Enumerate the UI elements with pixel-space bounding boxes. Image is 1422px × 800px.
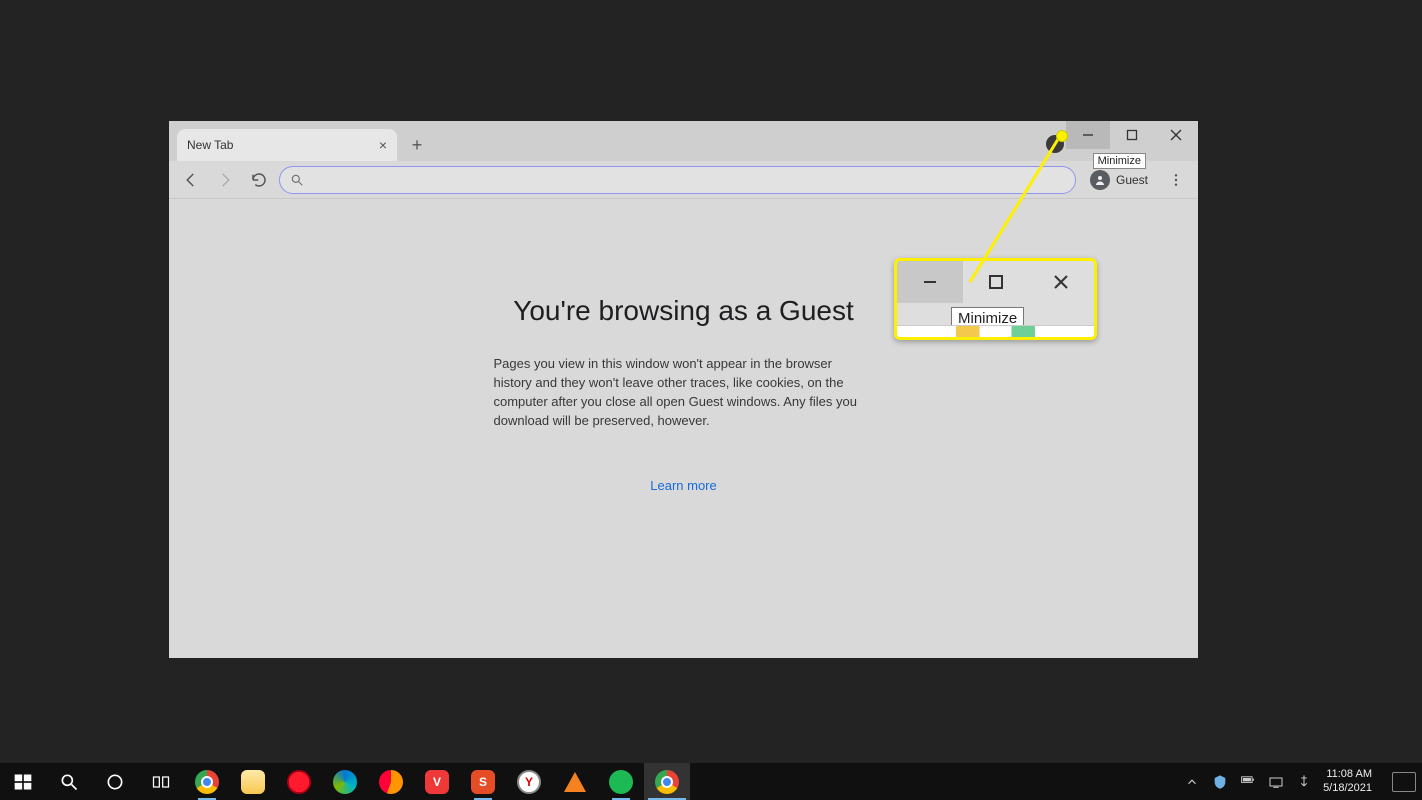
callout-maximize-button[interactable] [963,261,1029,303]
forward-arrow-icon [216,171,234,189]
close-icon [1053,274,1069,290]
cortana-icon [105,772,125,792]
guest-avatar-icon [1090,170,1110,190]
chrome-icon [655,770,679,794]
omnibox[interactable] [279,166,1076,194]
window-close-button[interactable] [1154,121,1198,149]
learn-more-link[interactable]: Learn more [650,478,716,493]
taskbar-app-snagit[interactable]: S [460,763,506,800]
reload-button[interactable] [245,166,273,194]
tray-security-icon[interactable] [1211,773,1229,791]
profile-guest-chip[interactable]: Guest [1082,166,1156,194]
tray-chevron-up-icon[interactable] [1183,773,1201,791]
start-button[interactable] [0,763,46,800]
taskbar-app-spotify[interactable] [598,763,644,800]
action-center-button[interactable] [1392,772,1416,792]
taskbar-app-yandex[interactable]: Y [506,763,552,800]
minimize-icon [922,274,938,290]
chrome-guest-window: New Tab × + Minimize [169,121,1198,658]
taskbar-app-edge[interactable] [322,763,368,800]
snagit-icon: S [471,770,495,794]
annotation-callout: Minimize [894,258,1097,340]
windows-logo-icon [13,772,33,792]
task-view-button[interactable] [138,763,184,800]
callout-decorative-strip [897,325,1094,337]
page-heading: You're browsing as a Guest [513,295,854,327]
back-arrow-icon [182,171,200,189]
window-controls [1066,121,1198,149]
search-icon [59,772,79,792]
tray-network-icon[interactable] [1267,773,1285,791]
callout-minimize-button[interactable] [897,261,963,303]
taskbar-app-chrome[interactable] [184,763,230,800]
file-explorer-icon [241,770,265,794]
task-view-icon [151,772,171,792]
taskbar-app-chrome-guest[interactable] [644,763,690,800]
maximize-icon [988,274,1004,290]
windows-taskbar: V S Y 11:08 AM 5/18/2021 [0,763,1422,800]
edge-icon [333,770,357,794]
taskbar-app-vlc[interactable] [552,763,598,800]
close-icon [1170,129,1182,141]
taskbar-app-file-explorer[interactable] [230,763,276,800]
tab-close-icon[interactable]: × [379,137,387,153]
tray-usb-icon[interactable] [1295,773,1313,791]
yandex-icon: Y [517,770,541,794]
firefox-icon [379,770,403,794]
window-minimize-button[interactable] [1066,121,1110,149]
taskbar-time: 11:08 AM [1323,768,1372,781]
taskbar-app-opera[interactable] [276,763,322,800]
spotify-icon [609,770,633,794]
taskbar-app-vivaldi[interactable]: V [414,763,460,800]
chrome-menu-button[interactable] [1162,166,1190,194]
vlc-icon [564,772,586,792]
taskbar-clock[interactable]: 11:08 AM 5/18/2021 [1323,768,1372,794]
kebab-menu-icon [1168,172,1184,188]
taskbar-date: 5/18/2021 [1323,782,1372,795]
tab-title: New Tab [187,138,233,152]
taskbar-search-button[interactable] [46,763,92,800]
search-icon [290,173,304,187]
cortana-button[interactable] [92,763,138,800]
forward-button[interactable] [211,166,239,194]
taskbar-right: 11:08 AM 5/18/2021 [1183,768,1422,794]
guest-label: Guest [1116,173,1148,187]
page-description: Pages you view in this window won't appe… [494,355,874,430]
opera-icon [287,770,311,794]
tab-strip: New Tab × + Minimize [169,121,1198,161]
taskbar-app-firefox[interactable] [368,763,414,800]
vivaldi-icon: V [425,770,449,794]
back-button[interactable] [177,166,205,194]
callout-close-button[interactable] [1028,261,1094,303]
taskbar-left: V S Y [0,763,690,800]
chrome-icon [195,770,219,794]
annotation-origin-dot [1056,130,1068,142]
minimize-icon [1082,129,1094,141]
window-minimize-tooltip: Minimize [1093,153,1146,169]
tab-new-tab[interactable]: New Tab × [177,129,397,161]
reload-icon [250,171,268,189]
new-tab-button[interactable]: + [403,131,431,159]
tray-battery-icon[interactable] [1239,773,1257,791]
callout-window-controls [897,261,1094,303]
maximize-icon [1126,129,1138,141]
browser-toolbar: Guest [169,161,1198,199]
omnibox-input[interactable] [312,172,1065,187]
window-maximize-button[interactable] [1110,121,1154,149]
